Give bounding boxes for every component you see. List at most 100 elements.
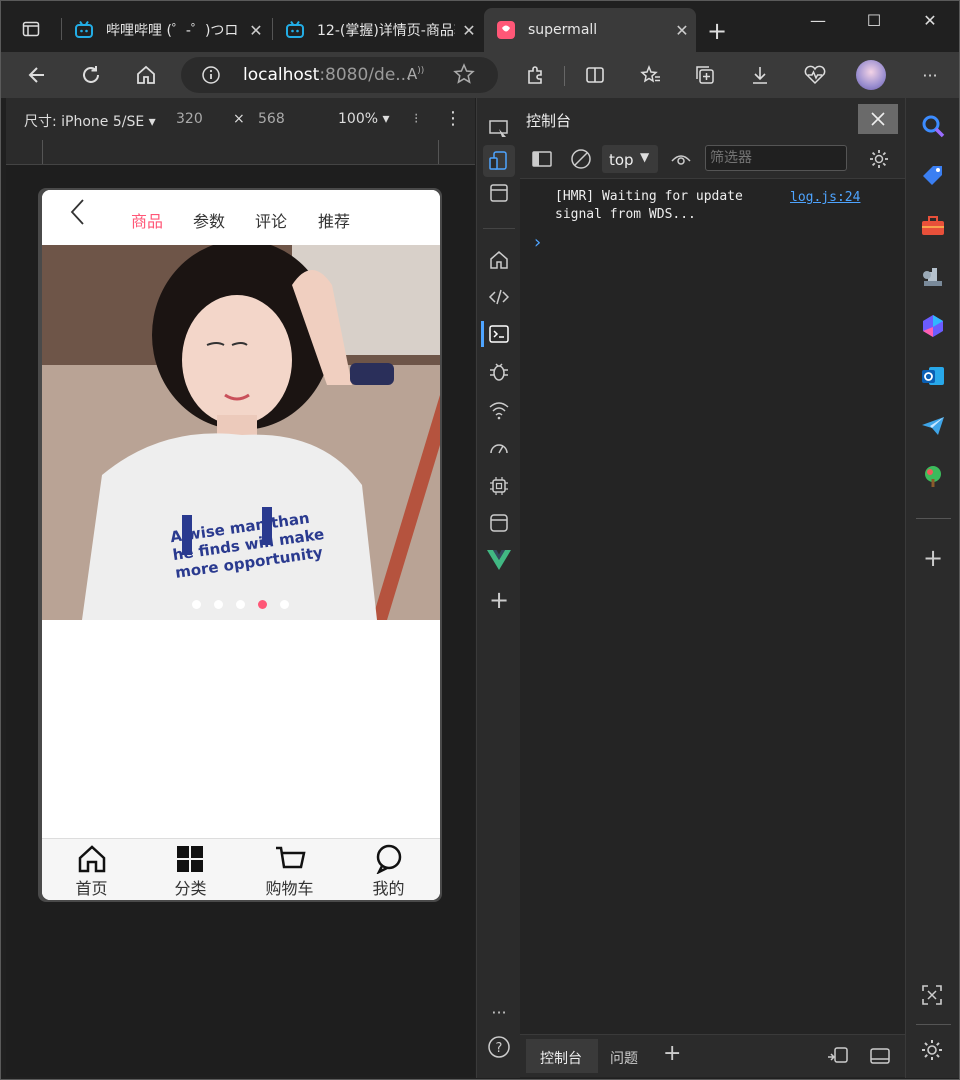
settings-menu-button[interactable]: ··· xyxy=(915,60,945,90)
read-aloud-icon[interactable]: A)) xyxy=(407,65,424,83)
swiper-indicator-dot[interactable] xyxy=(214,600,223,609)
vue-devtools-icon[interactable] xyxy=(483,544,515,576)
tabbar-item-cart[interactable]: 购物车 xyxy=(240,839,339,900)
copilot-icon[interactable] xyxy=(920,313,946,339)
tabbar-label: 购物车 xyxy=(265,879,314,898)
memory-icon[interactable] xyxy=(483,470,515,502)
help-icon[interactable]: ? xyxy=(483,1031,515,1063)
tab-detail-page[interactable]: 12-(掌握)详情页-商品轮播图 ✕ xyxy=(273,8,483,52)
screenshot-icon[interactable] xyxy=(920,983,946,1009)
tabbar-item-profile[interactable]: 我的 xyxy=(339,839,438,900)
dock-icon[interactable] xyxy=(826,1045,850,1071)
sources-bug-icon[interactable] xyxy=(483,356,515,388)
favorite-star-icon[interactable] xyxy=(453,63,475,89)
drawer-tab-issues[interactable]: 问题 xyxy=(610,1048,638,1068)
network-icon[interactable] xyxy=(483,394,515,426)
live-expression-eye-icon[interactable] xyxy=(670,149,692,173)
tools-icon[interactable] xyxy=(920,213,946,239)
browser-essentials-icon[interactable] xyxy=(800,60,830,90)
tab-close-button[interactable]: ✕ xyxy=(242,21,270,40)
url-text[interactable]: localhost:8080/de... xyxy=(243,65,412,85)
zoom-select[interactable]: 100% ▾ xyxy=(338,111,390,127)
nav-tab-goods[interactable]: 商品 xyxy=(131,208,163,232)
sidebar-add-icon[interactable]: + xyxy=(920,544,946,572)
refresh-icon[interactable] xyxy=(76,60,106,90)
games-icon[interactable] xyxy=(920,263,946,289)
shopping-tag-icon[interactable] xyxy=(920,163,946,189)
tabbar-item-home[interactable]: 首页 xyxy=(42,839,141,900)
goods-swiper[interactable]: A wise man than he finds will make more … xyxy=(42,245,440,620)
tab-close-button[interactable]: ✕ xyxy=(455,21,483,40)
extensions-icon[interactable] xyxy=(520,60,550,90)
elements-icon[interactable] xyxy=(483,281,515,313)
sidebar-toggle-icon[interactable] xyxy=(531,148,553,174)
maximize-button[interactable]: ☐ xyxy=(846,0,902,40)
info-icon[interactable] xyxy=(201,65,221,89)
viewport-height[interactable]: 568 xyxy=(258,111,285,127)
split-screen-icon[interactable] xyxy=(580,60,610,90)
swiper-indicator-dot[interactable] xyxy=(280,600,289,609)
tab-label: 哔哩哔哩 (゜-゜)つロ 干杯~ xyxy=(106,23,242,39)
device-toolbar: 尺寸: iPhone 5/SE ▾ 320 × 568 100% ▾ ⁝ ⋮ xyxy=(6,98,475,140)
nav-tab-comments[interactable]: 评论 xyxy=(255,208,287,232)
new-tab-button[interactable]: + xyxy=(702,16,732,46)
tab-bilibili[interactable]: 哔哩哔哩 (゜-゜)つロ 干杯~ ✕ xyxy=(62,8,270,52)
device-emulation-icon[interactable] xyxy=(483,145,515,177)
welcome-home-icon[interactable] xyxy=(483,244,515,276)
log-source-link[interactable]: log.js:24 xyxy=(790,190,860,205)
inspect-icon[interactable] xyxy=(483,113,515,145)
tab-supermall[interactable]: supermall ✕ xyxy=(484,8,696,52)
nav-tab-params[interactable]: 参数 xyxy=(193,208,225,232)
drawer-tab-console[interactable]: 控制台 xyxy=(526,1039,598,1073)
more-tools-button[interactable]: ··· xyxy=(483,996,515,1028)
profile-icon xyxy=(376,844,402,874)
cart-icon xyxy=(276,846,306,869)
address-bar[interactable]: localhost:8080/de... A)) xyxy=(181,57,498,93)
tabbar-label: 分类 xyxy=(174,879,207,898)
viewport-width[interactable]: 320 xyxy=(176,111,203,127)
search-icon[interactable] xyxy=(920,113,946,139)
back-arrow-icon[interactable] xyxy=(68,198,88,230)
swiper-indicator-dot[interactable] xyxy=(236,600,245,609)
swiper-indicator-dot[interactable] xyxy=(258,600,267,609)
tab-actions-icon[interactable] xyxy=(16,14,46,44)
tab-close-button[interactable]: ✕ xyxy=(668,21,696,40)
back-icon[interactable] xyxy=(21,60,51,90)
home-icon[interactable] xyxy=(131,60,161,90)
window-icon[interactable] xyxy=(483,177,515,209)
tree-app-icon[interactable] xyxy=(920,463,946,489)
drawer-tab-bar: 控制台 问题 + xyxy=(520,1034,905,1077)
profile-avatar[interactable] xyxy=(856,60,886,90)
nav-tab-recommend[interactable]: 推荐 xyxy=(318,208,350,232)
performance-icon[interactable] xyxy=(483,432,515,464)
outlook-icon[interactable] xyxy=(920,363,946,389)
close-panel-button[interactable] xyxy=(858,104,898,134)
minimize-button[interactable]: — xyxy=(790,0,846,40)
telegram-send-icon[interactable] xyxy=(920,413,946,439)
device-more-icon[interactable]: ⋮ xyxy=(444,108,462,129)
throttle-icon[interactable]: ⁝ xyxy=(414,111,418,127)
console-icon[interactable] xyxy=(483,318,515,350)
filter-input[interactable] xyxy=(705,145,847,171)
clear-console-icon[interactable] xyxy=(570,148,592,174)
application-icon[interactable] xyxy=(483,507,515,539)
window-close-button[interactable]: ✕ xyxy=(902,0,958,40)
downloads-icon[interactable] xyxy=(745,60,775,90)
more-tools-add-icon[interactable]: + xyxy=(483,584,515,616)
device-select[interactable]: 尺寸: iPhone 5/SE ▾ xyxy=(24,111,156,131)
devtools-activity-bar: + ··· ? xyxy=(476,98,521,1078)
sidebar-settings-icon[interactable] xyxy=(920,1038,946,1064)
context-select[interactable]: top ▼ xyxy=(602,145,658,173)
console-header: 控制台 xyxy=(520,98,905,140)
drawer-toggle-icon[interactable] xyxy=(869,1045,891,1071)
console-prompt[interactable]: › xyxy=(534,232,541,253)
swiper-indicator-dot[interactable] xyxy=(192,600,201,609)
collections-icon[interactable] xyxy=(690,60,720,90)
console-panel: 控制台 top ▼ [HMR] Waiting for update signa… xyxy=(520,98,905,1078)
favorites-icon[interactable] xyxy=(636,60,666,90)
drawer-add-tab-button[interactable]: + xyxy=(663,1041,681,1066)
svg-text:?: ? xyxy=(496,1041,503,1056)
tab-label: 12-(掌握)详情页-商品轮播图 xyxy=(317,23,455,39)
tabbar-item-category[interactable]: 分类 xyxy=(141,839,240,900)
console-settings-icon[interactable] xyxy=(868,148,890,174)
